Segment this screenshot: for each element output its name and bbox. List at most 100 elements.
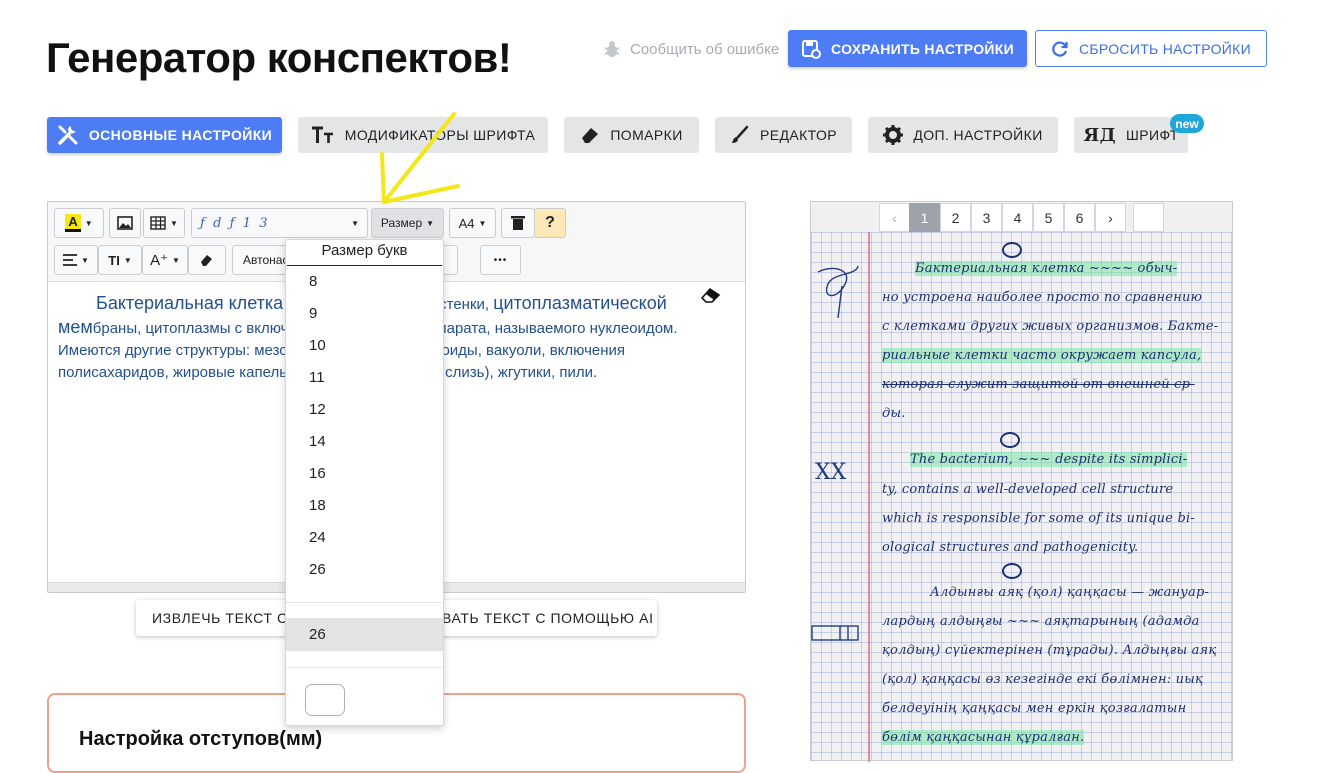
- paper-size-button[interactable]: A4 ▼: [449, 208, 496, 238]
- bug-icon: [604, 41, 620, 57]
- font-size-option[interactable]: 24: [309, 529, 326, 546]
- reset-settings-label: СБРОСИТЬ НАСТРОЙКИ: [1079, 40, 1251, 57]
- font-select-value: ƒ d ƒ 1 3: [200, 215, 268, 231]
- refresh-icon: [1052, 41, 1068, 57]
- annotation-arrow-icon: [380, 112, 460, 204]
- eraser-icon: [201, 255, 212, 266]
- gear-icon: [883, 125, 904, 145]
- align-left-icon: [63, 254, 78, 266]
- auto-settings-label: Автонас: [243, 253, 289, 267]
- editor-text-segment: цитоплазматической: [493, 293, 667, 313]
- help-button[interactable]: ?: [534, 208, 566, 238]
- eraser-icon[interactable]: [700, 286, 722, 304]
- new-badge: new: [1170, 114, 1204, 133]
- dropdown-divider: [287, 265, 442, 266]
- pager-page-button[interactable]: 3: [971, 203, 1002, 232]
- handwritten-line: ty, contains a well-developed cell struc…: [882, 482, 1174, 497]
- handwritten-line: но устроена наиболее просто по сравнению: [882, 290, 1203, 305]
- font-increase-button[interactable]: A⁺ ▼: [142, 245, 188, 275]
- save-settings-button[interactable]: СОХРАНИТЬ НАСТРОЙКИ: [788, 30, 1027, 67]
- insert-image-button[interactable]: [109, 208, 141, 238]
- insert-table-button[interactable]: ▼: [143, 208, 185, 238]
- doodle-icon: [817, 265, 859, 319]
- pager-next-button[interactable]: ›: [1095, 203, 1126, 232]
- font-size-option[interactable]: 14: [309, 433, 326, 450]
- title-word-1: Генератор: [46, 34, 256, 81]
- font-size-label: Размер: [380, 216, 423, 230]
- report-bug-label: Сообщить об ошибке: [630, 40, 780, 58]
- editor-text-segment: Имеются другие структуры: мезо: [58, 342, 288, 359]
- ai-text-button[interactable]: ВАТЬ ТЕКСТ С ПОМОЩЬЮ AI: [442, 610, 654, 626]
- extract-text-button[interactable]: ИЗВЛЕЧЬ ТЕКСТ С С: [152, 610, 303, 626]
- handwritten-line: ды.: [882, 406, 906, 421]
- pager-prev-button[interactable]: ‹: [879, 203, 910, 232]
- font-increase-icon: A⁺: [150, 252, 168, 269]
- eraser-icon: [582, 128, 599, 143]
- table-icon: [150, 216, 166, 230]
- more-button[interactable]: •••: [480, 245, 521, 275]
- tab-main-settings-label: ОСНОВНЫЕ НАСТРОЙКИ: [88, 127, 273, 143]
- chevron-down-icon: ▼: [84, 218, 93, 228]
- handwritten-line: которая служит защитой от внешней ср-: [882, 377, 1195, 392]
- custom-size-input[interactable]: [305, 684, 345, 716]
- tab-marks[interactable]: ПОМАРКИ: [564, 117, 699, 153]
- chevron-down-icon: ▼: [123, 255, 132, 265]
- chevron-down-icon: ▼: [170, 218, 178, 228]
- clear-format-button[interactable]: [188, 245, 226, 275]
- font-size-option[interactable]: 9: [309, 305, 317, 322]
- chevron-down-icon: ▼: [351, 218, 359, 228]
- flag-kz-icon: [1002, 563, 1022, 579]
- handwritten-line: (қол) қаңқасы өз кезегінде екі бөлімнен:…: [882, 672, 1204, 687]
- editor-text-segment: браны, цитоплазмы с включ: [92, 320, 289, 337]
- save-settings-label: СОХРАНИТЬ НАСТРОЙКИ: [831, 40, 1014, 57]
- help-icon: ?: [545, 214, 555, 231]
- handwritten-line: бөлім қаңқасынан құралған.: [882, 730, 1085, 745]
- brush-icon: [731, 125, 749, 143]
- font-size-option[interactable]: 12: [309, 401, 326, 418]
- tab-font-label: ШРИФТ: [1126, 127, 1179, 143]
- pager-page-button[interactable]: 6: [1064, 203, 1095, 232]
- font-size-option[interactable]: 26: [309, 561, 326, 578]
- dropdown-divider: [286, 602, 443, 603]
- handwritten-line: which is responsible for some of its uni…: [882, 511, 1195, 526]
- font-size-current-value: 26: [309, 626, 326, 643]
- chevron-down-icon: ▼: [172, 255, 180, 265]
- tools-icon: [58, 125, 78, 145]
- page-title: Генератор конспектов!: [46, 34, 512, 82]
- reset-settings-button[interactable]: СБРОСИТЬ НАСТРОЙКИ: [1035, 30, 1267, 67]
- font-size-option[interactable]: 11: [309, 369, 325, 386]
- flag-uk-icon: [1000, 432, 1020, 448]
- line-height-button[interactable]: TI ▼: [98, 245, 142, 275]
- notebook-margin-line: [868, 232, 870, 762]
- pager-page-input[interactable]: [1133, 203, 1164, 232]
- tab-editor[interactable]: РЕДАКТОР: [715, 117, 852, 153]
- chevron-down-icon: ▼: [478, 218, 487, 228]
- flag-ru-icon: [1002, 242, 1022, 258]
- pager-page-button[interactable]: 2: [940, 203, 971, 232]
- trash-icon: [511, 216, 525, 230]
- text-color-button[interactable]: A ▼: [54, 208, 104, 238]
- font-select[interactable]: ƒ d ƒ 1 3 ▼: [191, 208, 368, 238]
- chevron-down-icon: ▼: [426, 218, 435, 228]
- tab-extra-settings[interactable]: ДОП. НАСТРОЙКИ: [868, 117, 1058, 153]
- tab-main-settings[interactable]: ОСНОВНЫЕ НАСТРОЙКИ: [47, 117, 282, 153]
- handwritten-line: риальные клетки часто окружает капсула,: [882, 348, 1202, 363]
- report-bug-link[interactable]: Сообщить об ошибке: [602, 38, 779, 60]
- margins-settings-title: Настройка отступов(мм): [79, 728, 323, 750]
- pager-page-button[interactable]: 4: [1002, 203, 1033, 232]
- font-size-option[interactable]: 10: [309, 337, 326, 354]
- pager-page-button[interactable]: 1: [909, 203, 940, 232]
- font-size-option[interactable]: 16: [309, 465, 326, 482]
- font-size-option[interactable]: 8: [309, 273, 317, 290]
- title-word-2: конспектов!: [255, 34, 512, 81]
- dropdown-divider: [286, 667, 443, 668]
- pager-page-button[interactable]: 5: [1033, 203, 1064, 232]
- highlight-color-icon: A: [65, 214, 81, 232]
- font-size-button[interactable]: Размер ▼: [371, 208, 444, 238]
- ellipsis-icon: •••: [493, 254, 508, 266]
- align-button[interactable]: ▼: [54, 245, 98, 275]
- doodle-icon: [811, 625, 859, 641]
- clear-button[interactable]: [501, 208, 535, 238]
- font-size-option[interactable]: 18: [309, 497, 326, 514]
- tab-extra-settings-label: ДОП. НАСТРОЙКИ: [913, 127, 1043, 143]
